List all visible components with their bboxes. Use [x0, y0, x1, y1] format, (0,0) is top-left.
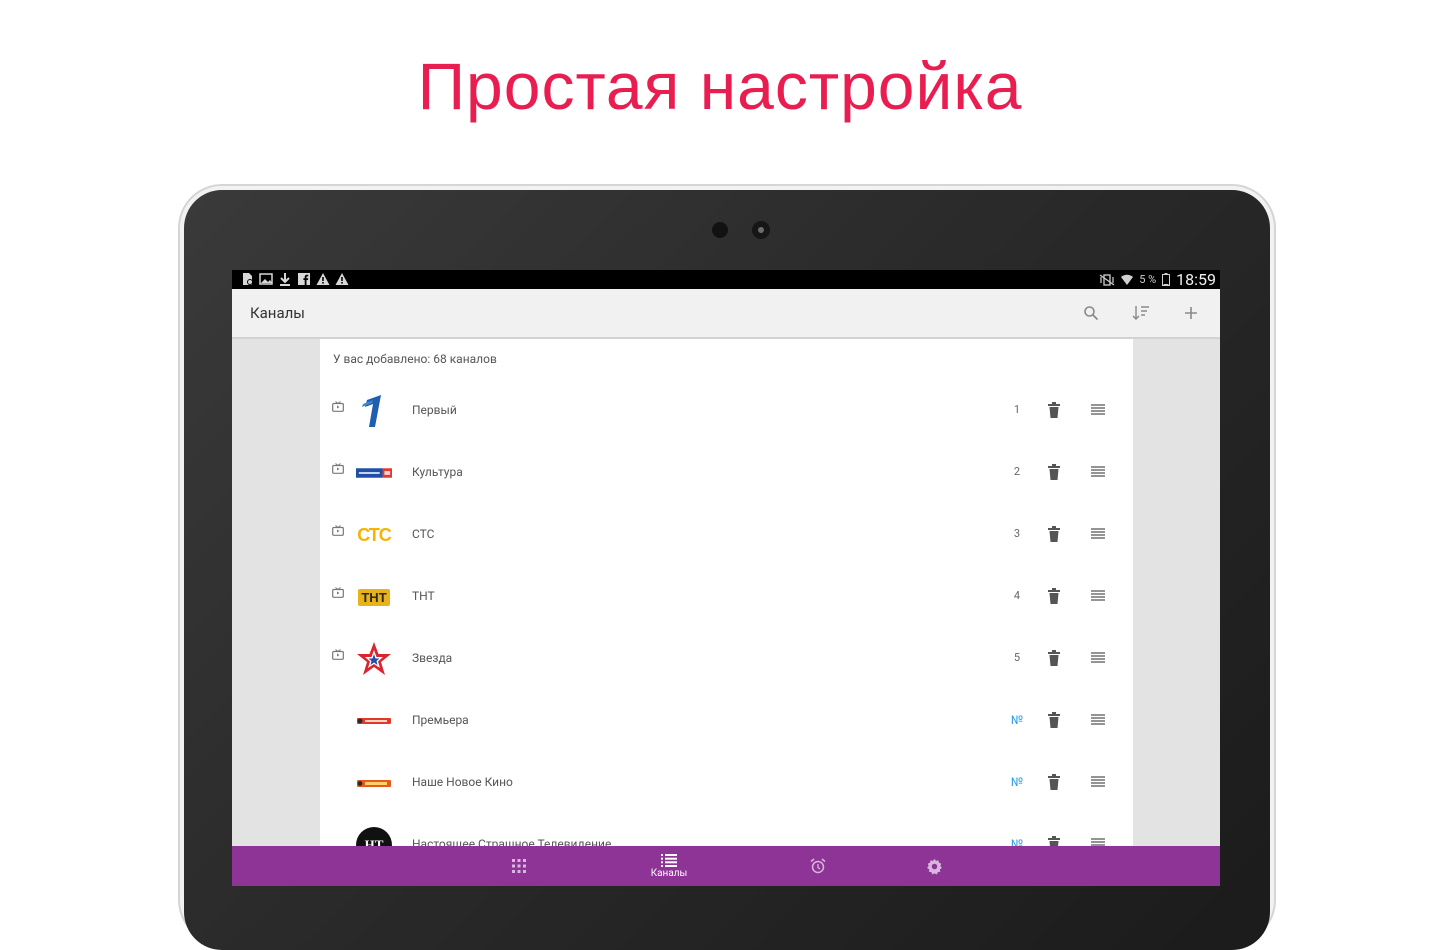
- sensor-dot: [712, 222, 728, 238]
- search-button[interactable]: [1066, 289, 1116, 337]
- sts-logo-text: СТС: [357, 524, 392, 545]
- perviy-logo: [356, 393, 392, 429]
- tv-icon: [332, 649, 344, 660]
- delete-icon[interactable]: [1047, 402, 1061, 418]
- rossiya-kultura-logo: [356, 455, 392, 491]
- app-bar-actions: [1066, 289, 1220, 337]
- drag-handle-icon[interactable]: [1091, 652, 1105, 663]
- list-icon: [661, 853, 677, 867]
- tv-icon: [332, 463, 344, 474]
- wifi-icon: [1121, 274, 1134, 285]
- drag-handle-icon[interactable]: [1091, 404, 1105, 415]
- channel-row[interactable]: Наше Новое Кино №: [320, 752, 1133, 814]
- channel-name: Наше Новое Кино: [412, 775, 513, 789]
- bottom-navigation: Каналы: [232, 846, 1220, 886]
- drag-handle-icon[interactable]: [1091, 590, 1105, 601]
- nashe-novoe-kino-logo: [356, 765, 392, 801]
- channel-name: Звезда: [412, 651, 453, 665]
- sort-icon: [1132, 306, 1149, 320]
- drag-handle-icon[interactable]: [1091, 776, 1105, 787]
- system-icons: 5 % 18:59: [1099, 270, 1216, 289]
- channel-name: Премьера: [412, 713, 469, 727]
- nav-channels[interactable]: Каналы: [636, 846, 702, 886]
- channel-name: СТС: [412, 527, 435, 541]
- delete-icon[interactable]: [1047, 650, 1061, 666]
- drag-handle-icon[interactable]: [1091, 528, 1105, 539]
- delete-icon[interactable]: [1047, 774, 1061, 790]
- headline: Простая настройка: [417, 49, 1023, 123]
- nav-guide[interactable]: [494, 846, 544, 886]
- channel-row[interactable]: Звезда 5: [320, 628, 1133, 690]
- nav-reminders[interactable]: [793, 846, 843, 886]
- channel-count-summary: У вас добавлено: 68 каналов: [333, 352, 497, 366]
- add-button[interactable]: [1166, 289, 1216, 337]
- warning-icon: [316, 273, 330, 285]
- tnt-logo-text: ТНТ: [358, 588, 390, 606]
- front-camera: [752, 221, 770, 239]
- channel-row[interactable]: Культура 2: [320, 442, 1133, 504]
- channel-list-panel: У вас добавлено: 68 каналов Первый 1 Кул…: [320, 339, 1133, 863]
- channel-name: ТНТ: [412, 589, 435, 603]
- zvezda-logo: [356, 641, 392, 677]
- channel-row[interactable]: ТНТ ТНТ 4: [320, 566, 1133, 628]
- notification-icons: [240, 272, 349, 286]
- channel-row[interactable]: Первый 1: [320, 380, 1133, 442]
- facebook-icon: [298, 273, 310, 285]
- drag-handle-icon[interactable]: [1091, 466, 1105, 477]
- tv-icon: [332, 587, 344, 598]
- clock: 18:59: [1176, 270, 1216, 289]
- channel-row[interactable]: Премьера №: [320, 690, 1133, 752]
- grid-icon: [512, 859, 526, 873]
- search-icon: [1084, 306, 1099, 321]
- status-bar: 5 % 18:59: [232, 270, 1220, 289]
- nav-settings[interactable]: [909, 846, 959, 886]
- battery-percent: 5 %: [1139, 273, 1157, 286]
- channel-number[interactable]: 1: [1008, 403, 1026, 416]
- channel-number[interactable]: 5: [1008, 651, 1026, 664]
- channel-name: Первый: [412, 403, 457, 417]
- delete-icon[interactable]: [1047, 526, 1061, 542]
- tv-icon: [332, 525, 344, 536]
- channel-name: Культура: [412, 465, 463, 479]
- alarm-icon: [810, 858, 826, 874]
- page-title: Каналы: [250, 304, 305, 322]
- sd-card-icon: [243, 273, 253, 285]
- channel-number[interactable]: 3: [1008, 527, 1026, 540]
- image-icon: [259, 273, 273, 285]
- vibrate-mute-icon: [1099, 273, 1115, 286]
- channel-row[interactable]: СТС СТС 3: [320, 504, 1133, 566]
- delete-icon[interactable]: [1047, 588, 1061, 604]
- warning-icon: [335, 273, 349, 285]
- add-icon: [1185, 307, 1197, 319]
- settings-icon: [926, 858, 942, 874]
- drag-handle-icon[interactable]: [1091, 714, 1105, 725]
- channel-number-unset[interactable]: №: [1008, 775, 1026, 789]
- channel-number[interactable]: 2: [1008, 465, 1026, 478]
- channel-number[interactable]: 4: [1008, 589, 1026, 602]
- app-screen: 5 % 18:59 Каналы У вас добавлено: 68 кан…: [232, 270, 1220, 886]
- delete-icon[interactable]: [1047, 712, 1061, 728]
- nav-channels-label: Каналы: [650, 867, 688, 879]
- tnt-logo: ТНТ: [356, 579, 392, 615]
- app-bar: Каналы: [232, 289, 1220, 339]
- delete-icon[interactable]: [1047, 464, 1061, 480]
- premiera-logo: [356, 703, 392, 739]
- battery-icon: [1162, 273, 1171, 286]
- sort-button[interactable]: [1116, 289, 1166, 337]
- tv-icon: [332, 401, 344, 412]
- channel-number-unset[interactable]: №: [1008, 713, 1026, 727]
- download-icon: [280, 273, 290, 286]
- sts-logo: СТС: [356, 517, 392, 553]
